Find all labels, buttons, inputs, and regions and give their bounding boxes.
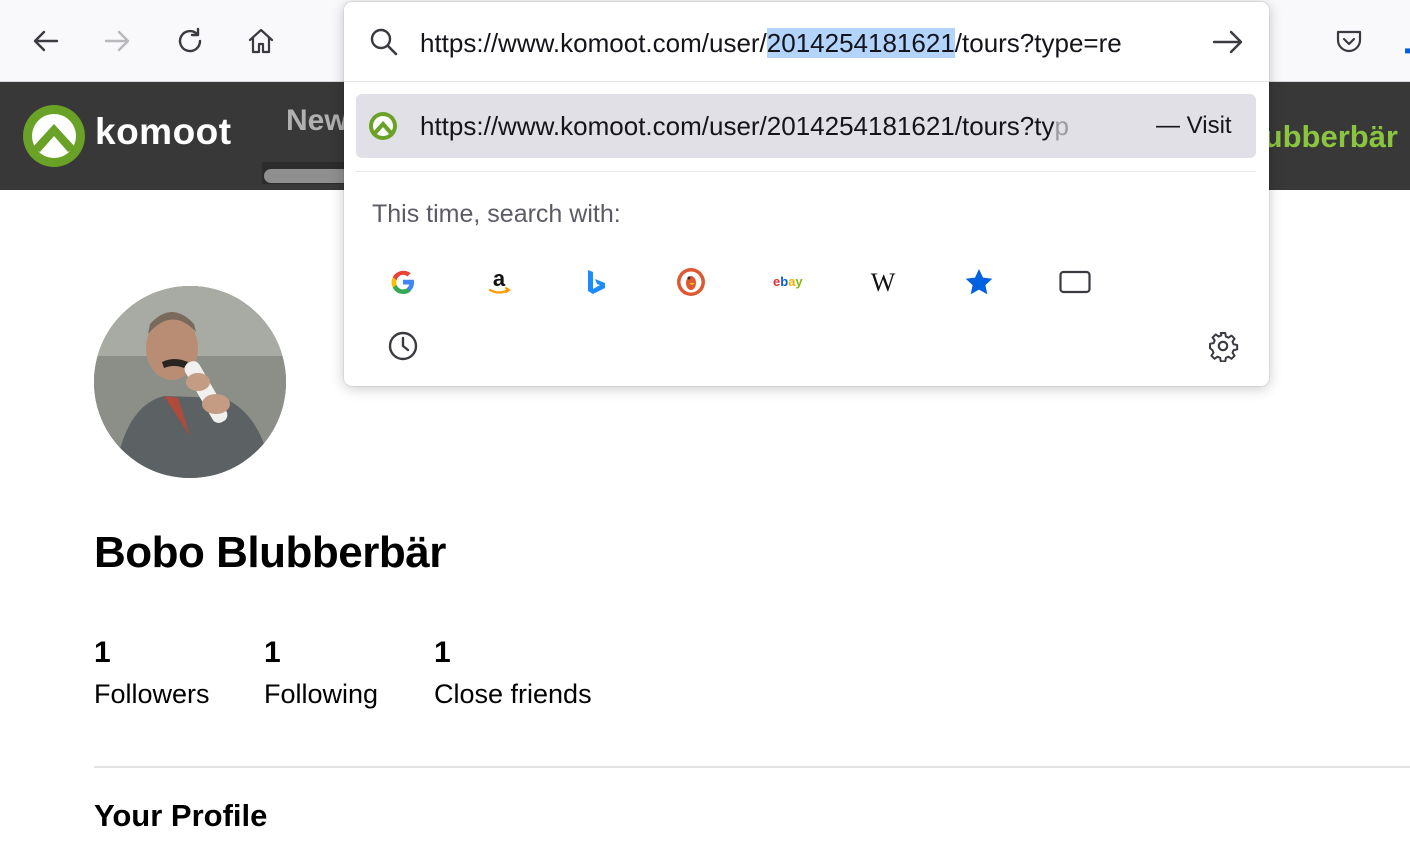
nav-scrollbar[interactable] [264, 169, 352, 183]
komoot-logo-icon[interactable] [22, 104, 86, 168]
engine-wikipedia-button[interactable]: W [861, 260, 905, 304]
forward-button[interactable] [96, 20, 138, 62]
reload-icon [178, 27, 202, 53]
search-settings-button[interactable] [1201, 324, 1245, 368]
engine-google-button[interactable] [381, 260, 425, 304]
header-user-name[interactable]: lubberbär [1255, 119, 1398, 155]
stat-value: 1 [94, 636, 111, 669]
svg-text:ebay: ebay [773, 274, 803, 289]
url-text-selected: 2014254181621 [766, 28, 955, 58]
brand-wordmark[interactable]: komoot [95, 111, 232, 153]
search-with-label: This time, search with: [372, 200, 621, 228]
engine-amazon-button[interactable]: a [477, 260, 521, 304]
section-title-your-profile: Your Profile [94, 798, 268, 833]
avatar[interactable] [94, 286, 286, 478]
bing-icon [588, 270, 605, 294]
engine-ebay-button[interactable]: ebay [765, 260, 809, 304]
stat-label: Close friends [434, 679, 592, 709]
suggestion-action: — Visit [1156, 107, 1232, 145]
url-input[interactable]: https://www.komoot.com/user/201425418162… [420, 24, 1202, 62]
suggestion-separator: — [1156, 112, 1180, 139]
stat-following[interactable]: 1 Following [264, 636, 378, 710]
engine-bing-button[interactable] [573, 260, 617, 304]
duckduckgo-icon [677, 268, 705, 296]
svg-text:a: a [493, 266, 506, 291]
amazon-icon: a [488, 266, 511, 294]
stat-label: Followers [94, 679, 210, 709]
nav-item-new[interactable]: New [286, 104, 348, 138]
google-icon [391, 270, 414, 294]
separator [356, 171, 1256, 172]
clock-icon [388, 331, 418, 361]
komoot-favicon [369, 112, 397, 140]
stat-close-friends[interactable]: 1 Close friends [434, 636, 592, 710]
suggestion-url-faded: p [1054, 111, 1069, 141]
pocket-icon [1336, 30, 1362, 53]
engine-tabs-button[interactable] [1053, 260, 1097, 304]
home-button[interactable] [240, 20, 282, 62]
svg-text:W: W [871, 268, 896, 297]
wikipedia-icon: W [871, 268, 896, 297]
suggestion-url-text: https://www.komoot.com/user/201425418162… [420, 111, 1055, 141]
engine-bookmarks-button[interactable] [957, 260, 1001, 304]
stat-value: 1 [264, 636, 281, 669]
url-input-row: https://www.komoot.com/user/201425418162… [344, 2, 1269, 82]
extension-edge-icon[interactable]: ▪ [1404, 40, 1410, 62]
arrow-right-icon[interactable] [1210, 26, 1246, 58]
url-text-after: /tours?type=re [954, 28, 1122, 58]
home-icon [248, 28, 274, 54]
engine-duckduckgo-button[interactable] [669, 260, 713, 304]
arrow-left-icon [33, 30, 59, 52]
star-icon [965, 269, 993, 295]
reload-button[interactable] [169, 20, 211, 62]
suggestion-url: https://www.komoot.com/user/201425418162… [420, 107, 1144, 145]
profile-name: Bobo Blubberbär [94, 528, 446, 577]
back-button[interactable] [25, 20, 67, 62]
gear-icon [1209, 332, 1239, 362]
stat-label: Following [264, 679, 379, 709]
urlbar-dropdown: https://www.komoot.com/user/201425418162… [344, 2, 1269, 386]
avatar-photo [94, 286, 286, 478]
pocket-button[interactable] [1328, 20, 1370, 62]
tab-icon [1059, 270, 1091, 294]
url-text-before: https://www.komoot.com/user/ [420, 28, 767, 58]
ebay-icon: ebay [773, 274, 803, 289]
stat-value: 1 [434, 636, 451, 669]
stat-followers[interactable]: 1 Followers [94, 636, 210, 710]
search-icon [370, 28, 398, 56]
suggestion-action-label: Visit [1186, 112, 1232, 139]
divider [94, 766, 1410, 768]
suggestion-row[interactable]: https://www.komoot.com/user/201425418162… [356, 94, 1256, 158]
arrow-right-icon [104, 30, 130, 52]
engine-history-button[interactable] [381, 324, 425, 368]
